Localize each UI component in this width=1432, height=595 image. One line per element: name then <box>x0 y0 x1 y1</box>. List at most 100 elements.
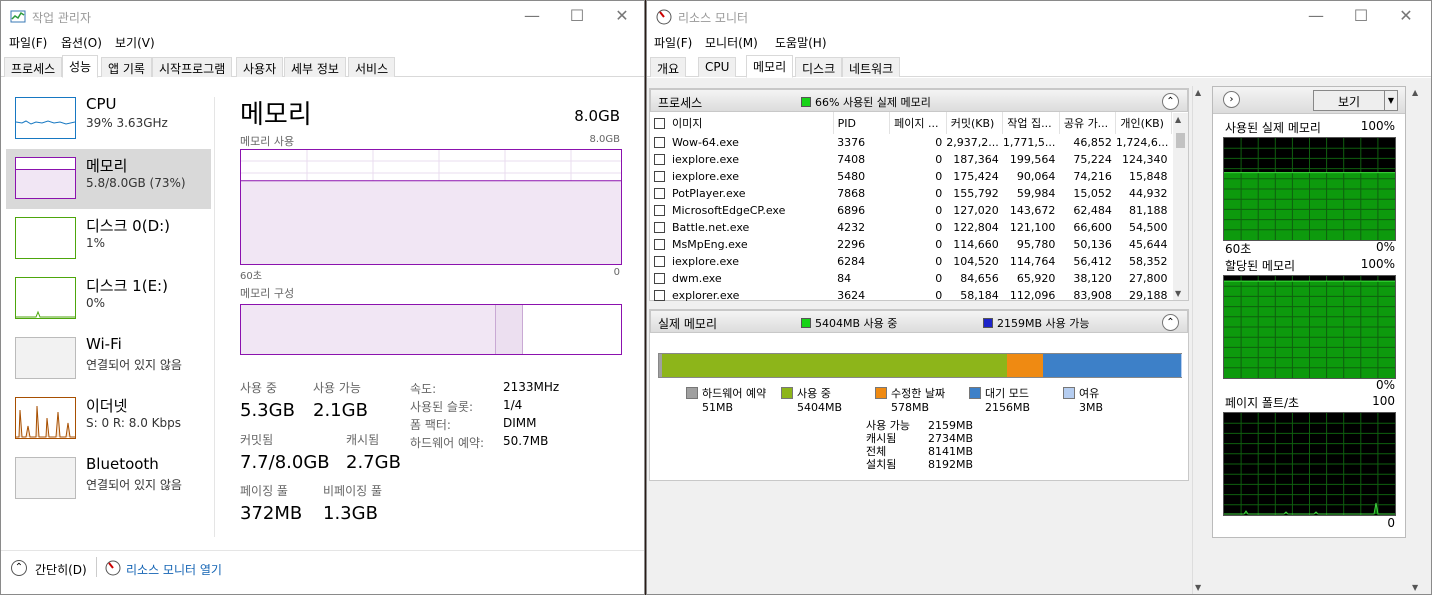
table-row[interactable]: iexplore.exe 6284 0 104,520 114,764 56,412 58,… <box>650 253 1172 270</box>
menu-file[interactable]: 파일(F) <box>9 34 47 51</box>
legend-label: 대기 모드 <box>985 387 1029 400</box>
tab-network[interactable]: 네트워크 <box>842 57 901 77</box>
table-cell: 90,064 <box>1016 170 1056 183</box>
tab-cpu[interactable]: CPU <box>698 57 737 77</box>
perf-item-wifi[interactable]: Wi-Fi 연결되어 있지 않음 <box>6 329 211 389</box>
footer-separator <box>96 557 97 577</box>
table-cell: 0 <box>935 204 943 217</box>
scroll-up-icon[interactable]: ▲ <box>1195 88 1201 97</box>
perf-item-ethernet[interactable]: 이더넷 S: 0 R: 8.0 Kbps <box>6 389 211 449</box>
menu-view[interactable]: 보기(V) <box>115 34 155 51</box>
table-cell: 65,920 <box>1016 272 1056 285</box>
column-header-image[interactable]: 이미지 <box>650 112 834 134</box>
menu-options[interactable]: 옵션(O) <box>61 34 102 51</box>
row-checkbox[interactable] <box>654 188 665 199</box>
table-row[interactable]: iexplore.exe 5480 0 175,424 90,064 74,216 15,8… <box>650 168 1172 185</box>
legend-value: 3MB <box>1079 401 1104 414</box>
tab-performance[interactable]: 성능 <box>62 55 99 78</box>
process-section-header[interactable]: 프로세스 66% 사용된 실제 메모리 ⌃ <box>650 89 1188 112</box>
column-header-pid[interactable]: PID <box>833 112 891 134</box>
scroll-down-icon[interactable]: ▼ <box>1175 289 1181 298</box>
column-header-shareable[interactable]: 공유 가... <box>1059 112 1117 134</box>
table-row[interactable]: iexplore.exe 7408 0 187,364 199,564 75,224 124… <box>650 151 1172 168</box>
expand-icon[interactable]: › <box>1223 91 1240 108</box>
menu-file[interactable]: 파일(F) <box>654 34 692 51</box>
tab-services[interactable]: 서비스 <box>348 57 396 77</box>
chevron-up-icon[interactable]: ⌃ <box>11 560 27 576</box>
perf-item-disk0[interactable]: 디스크 0(D:) 1% <box>6 209 211 269</box>
table-row[interactable]: MicrosoftEdgeCP.exe 6896 0 127,020 143,672 62… <box>650 202 1172 219</box>
perf-item-disk1[interactable]: 디스크 1(E:) 0% <box>6 269 211 329</box>
column-header-working-set[interactable]: 작업 집... <box>1002 112 1060 134</box>
task-manager-titlebar[interactable]: 작업 관리자 — ☐ ✕ <box>1 1 644 32</box>
row-checkbox[interactable] <box>654 239 665 250</box>
table-row[interactable]: MsMpEng.exe 2296 0 114,660 95,780 50,136 45,64… <box>650 236 1172 253</box>
minimize-button[interactable]: — <box>509 1 555 32</box>
process-meter: 66% 사용된 실제 메모리 <box>801 94 931 110</box>
memory-usage-max: 8.0GB <box>589 134 620 145</box>
select-all-checkbox[interactable] <box>654 118 665 129</box>
column-label: 이미지 <box>672 117 703 130</box>
row-checkbox[interactable] <box>654 256 665 267</box>
scroll-down-icon[interactable]: ▼ <box>1412 583 1418 592</box>
graph-panel-scrollbar[interactable]: ▲ ▼ <box>1409 86 1425 594</box>
process-name-cell: dwm.exe <box>650 270 833 287</box>
scroll-up-icon[interactable]: ▲ <box>1412 88 1418 97</box>
process-name: iexplore.exe <box>672 170 739 183</box>
legend-label: 하드웨어 예약 <box>702 387 767 400</box>
close-button[interactable]: ✕ <box>1383 1 1429 32</box>
collapse-icon[interactable]: ⌃ <box>1162 93 1179 110</box>
tab-users[interactable]: 사용자 <box>236 57 284 77</box>
main-scrollbar[interactable]: ▲ ▼ <box>1192 86 1206 594</box>
process-scrollbar[interactable]: ▲ ▼ <box>1173 113 1188 300</box>
process-name: iexplore.exe <box>672 255 739 268</box>
scrollbar-thumb[interactable] <box>1176 133 1185 148</box>
tab-disk[interactable]: 디스크 <box>795 57 843 77</box>
scroll-up-icon[interactable]: ▲ <box>1175 115 1181 124</box>
row-checkbox[interactable] <box>654 171 665 182</box>
table-row[interactable]: Wow-64.exe 3376 0 2,937,2... 1,771,5... 46,85… <box>650 134 1172 151</box>
minimize-button[interactable]: — <box>1293 1 1339 32</box>
open-resource-monitor-link[interactable]: 리소스 모니터 열기 <box>126 561 222 578</box>
wifi-thumbnail <box>15 337 76 379</box>
maximize-button[interactable]: ☐ <box>554 1 600 32</box>
row-checkbox[interactable] <box>654 222 665 233</box>
dropdown-arrow-icon[interactable]: ▼ <box>1384 91 1397 110</box>
tab-overview[interactable]: 개요 <box>650 57 687 77</box>
tab-app-history[interactable]: 앱 기록 <box>101 57 152 77</box>
tab-processes[interactable]: 프로세스 <box>4 57 63 77</box>
tab-startup[interactable]: 시작프로그램 <box>152 57 233 77</box>
menu-help[interactable]: 도움말(H) <box>775 34 827 51</box>
graph-x-right: 0 <box>613 267 620 278</box>
perf-item-bluetooth[interactable]: Bluetooth 연결되어 있지 않음 <box>6 449 211 509</box>
fewer-details-link[interactable]: 간단히(D) <box>35 561 87 578</box>
summary-label: 캐시됨 <box>866 432 897 445</box>
row-checkbox[interactable] <box>654 273 665 284</box>
table-cell: 5480 <box>837 170 866 183</box>
tab-details[interactable]: 세부 정보 <box>284 57 346 77</box>
table-row[interactable]: dwm.exe 84 0 84,656 65,920 38,120 27,800 <box>650 270 1172 287</box>
physical-memory-header[interactable]: 실제 메모리 5404MB 사용 중 2159MB 사용 가능 ⌃ <box>650 310 1188 333</box>
view-dropdown[interactable]: 보기 ▼ <box>1313 90 1398 111</box>
menu-monitor[interactable]: 모니터(M) <box>705 34 758 51</box>
tab-memory[interactable]: 메모리 <box>746 55 794 78</box>
column-header-hard-faults[interactable]: 페이지 ... <box>889 112 947 134</box>
table-row[interactable]: explorer.exe 3624 0 58,184 112,096 83,908 29,1… <box>650 287 1172 304</box>
scroll-down-icon[interactable]: ▼ <box>1195 583 1201 592</box>
row-checkbox[interactable] <box>654 205 665 216</box>
table-row[interactable]: PotPlayer.exe 7868 0 155,792 59,984 15,052 44,… <box>650 185 1172 202</box>
column-header-commit[interactable]: 커밋(KB) <box>946 112 1004 134</box>
row-checkbox[interactable] <box>654 290 665 301</box>
table-row[interactable]: Battle.net.exe 4232 0 122,804 121,100 66,600 5… <box>650 219 1172 236</box>
legend-swatch <box>1063 387 1075 399</box>
perf-item-memory[interactable]: 메모리 5.8/8.0GB (73%) <box>6 149 211 209</box>
resource-monitor-titlebar[interactable]: 리소스 모니터 — ☐ ✕ <box>647 1 1431 32</box>
memory-usage-label: 메모리 사용 <box>240 135 295 148</box>
close-button[interactable]: ✕ <box>599 1 644 32</box>
column-header-private[interactable]: 개인(KB) <box>1115 112 1172 134</box>
row-checkbox[interactable] <box>654 137 665 148</box>
perf-item-cpu[interactable]: CPU 39% 3.63GHz <box>6 89 211 149</box>
collapse-icon[interactable]: ⌃ <box>1162 314 1179 331</box>
maximize-button[interactable]: ☐ <box>1338 1 1384 32</box>
row-checkbox[interactable] <box>654 154 665 165</box>
